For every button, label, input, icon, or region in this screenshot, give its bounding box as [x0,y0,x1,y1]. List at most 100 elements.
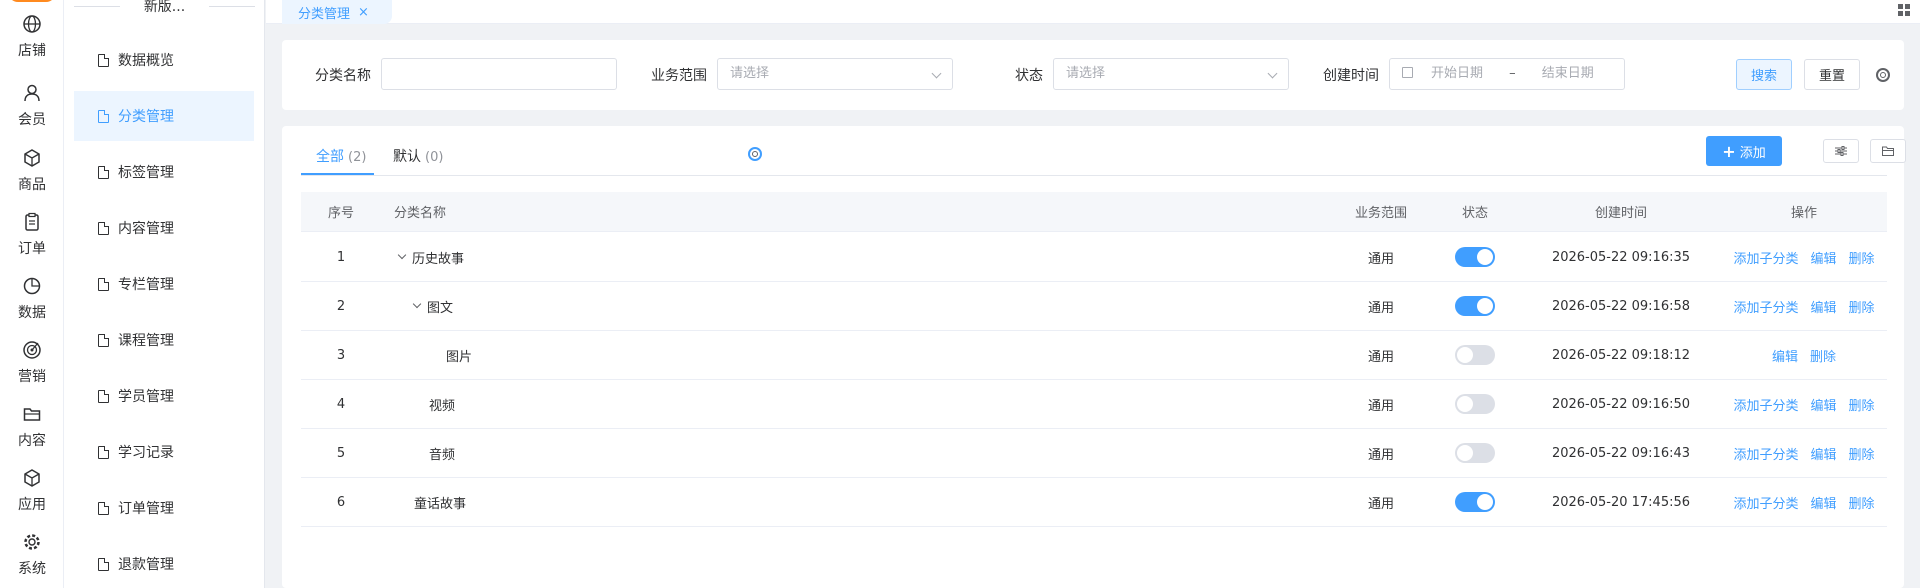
status-toggle[interactable] [1455,492,1495,512]
tab-all[interactable]: 全部 (2) [316,146,366,166]
close-icon[interactable]: × [358,5,369,20]
logo [8,0,56,2]
delete-link[interactable]: 删除 [1849,248,1875,267]
add-subcategory-link[interactable]: 添加子分类 [1733,297,1798,316]
calendar-icon [1402,67,1413,78]
rail-item-order[interactable]: 订单 [0,212,64,276]
row-created: 2026-05-22 09:16:50 [1551,396,1691,412]
grid-icon[interactable] [1898,4,1910,16]
rail-item-system[interactable]: 系统 [0,532,64,588]
folder-icon [1882,146,1894,156]
scope-placeholder: 请选择 [730,66,770,81]
row-index: 1 [336,249,346,265]
rail-item-content[interactable]: 内容 [0,404,64,468]
status-select[interactable]: 请选择 [1053,58,1289,90]
rail-item-data[interactable]: 数据 [0,276,64,340]
menu-item-students[interactable]: 学员管理 [74,371,254,421]
add-subcategory-link[interactable]: 添加子分类 [1733,444,1798,463]
tab-category-management[interactable]: 分类管理 × [282,0,392,24]
submenu-title: 新版... [64,0,265,15]
row-status [1435,233,1515,281]
edit-link[interactable]: 编辑 [1810,395,1836,414]
box-icon [22,148,42,168]
menu-item-tags[interactable]: 标签管理 [74,147,254,197]
globe-icon [22,14,42,34]
tab-default-count: (0) [425,150,444,165]
add-subcategory-link[interactable]: 添加子分类 [1733,493,1798,512]
settings-gear-icon[interactable] [1876,68,1890,82]
document-icon [98,109,109,123]
chevron-down-icon[interactable] [412,299,422,309]
delete-link[interactable]: 删除 [1849,395,1875,414]
rail-label: 店铺 [18,43,46,59]
rail-item-apps[interactable]: 应用 [0,468,64,532]
add-subcategory-link[interactable]: 添加子分类 [1733,395,1798,414]
col-header-created: 创建时间 [1594,206,1647,221]
rail-label: 系统 [18,561,46,577]
row-created: 2026-05-22 09:18:12 [1551,347,1691,363]
status-toggle[interactable] [1455,296,1495,316]
col-header-scope: 业务范围 [1354,206,1407,221]
rail-item-member[interactable]: 会员 [0,83,64,147]
rail-item-shop[interactable]: 店铺 [0,14,64,78]
document-icon [98,445,109,459]
status-toggle[interactable] [1455,247,1495,267]
edit-link[interactable]: 编辑 [1772,346,1798,365]
status-toggle[interactable] [1455,443,1495,463]
menu-item-label: 订单管理 [118,501,174,517]
row-status [1435,282,1515,330]
menu-item-label: 分类管理 [118,109,174,125]
date-range-picker[interactable]: 开始日期 – 结束日期 [1389,58,1625,90]
add-button[interactable]: + 添加 [1706,136,1782,166]
document-icon [98,557,109,571]
edit-link[interactable]: 编辑 [1810,248,1836,267]
delete-link[interactable]: 删除 [1849,493,1875,512]
edit-link[interactable]: 编辑 [1810,444,1836,463]
add-subcategory-link[interactable]: 添加子分类 [1733,248,1798,267]
folder-icon [22,404,42,424]
edit-link[interactable]: 编辑 [1810,297,1836,316]
reset-button[interactable]: 重置 [1804,59,1860,90]
clipboard-icon [22,212,42,232]
menu-item-refunds[interactable]: 退款管理 [74,539,254,588]
chevron-down-icon[interactable] [397,250,407,260]
menu-item-category[interactable]: 分类管理 [74,91,254,141]
rail-item-goods[interactable]: 商品 [0,148,64,212]
delete-link[interactable]: 删除 [1849,444,1875,463]
range-separator: – [1509,66,1516,81]
search-button[interactable]: 搜索 [1736,59,1792,90]
status-toggle[interactable] [1455,394,1495,414]
tab-default[interactable]: 默认 (0) [393,146,443,166]
row-name: 历史故事 [394,233,1094,281]
tab-bar: 分类管理 × [266,0,1920,24]
delete-link[interactable]: 删除 [1810,346,1836,365]
col-header-index: 序号 [327,206,354,221]
category-list-panel: 全部 (2) 默认 (0) + 添加 序号 分类名称 业务范围 状态 创建时间 操作 … [282,126,1906,588]
row-status [1435,380,1515,428]
menu-item-data-overview[interactable]: 数据概览 [74,35,254,85]
target-icon [22,340,42,360]
row-name-text: 历史故事 [412,251,465,267]
created-time-label: 创建时间 [1323,68,1379,84]
edit-link[interactable]: 编辑 [1810,493,1836,512]
delete-link[interactable]: 删除 [1849,297,1875,316]
menu-item-study-records[interactable]: 学习记录 [74,427,254,477]
folder-button[interactable] [1870,139,1906,163]
scope-select[interactable]: 请选择 [717,58,953,90]
row-created: 2026-05-22 09:16:35 [1551,249,1691,265]
menu-item-column[interactable]: 专栏管理 [74,259,254,309]
row-index: 2 [336,298,346,314]
menu-item-orders[interactable]: 订单管理 [74,483,254,533]
row-name: 图片 [394,331,1094,379]
rail-item-marketing[interactable]: 营销 [0,340,64,404]
start-date-placeholder[interactable]: 开始日期 [1431,66,1483,81]
end-date-placeholder[interactable]: 结束日期 [1542,66,1594,81]
category-name-input[interactable] [381,58,617,90]
filter-sliders-button[interactable] [1823,139,1859,163]
menu-item-course[interactable]: 课程管理 [74,315,254,365]
row-name: 音频 [394,429,1094,477]
status-toggle[interactable] [1455,345,1495,365]
row-name: 图文 [394,282,1094,330]
tab-settings-icon[interactable] [748,147,762,161]
menu-item-content[interactable]: 内容管理 [74,203,254,253]
